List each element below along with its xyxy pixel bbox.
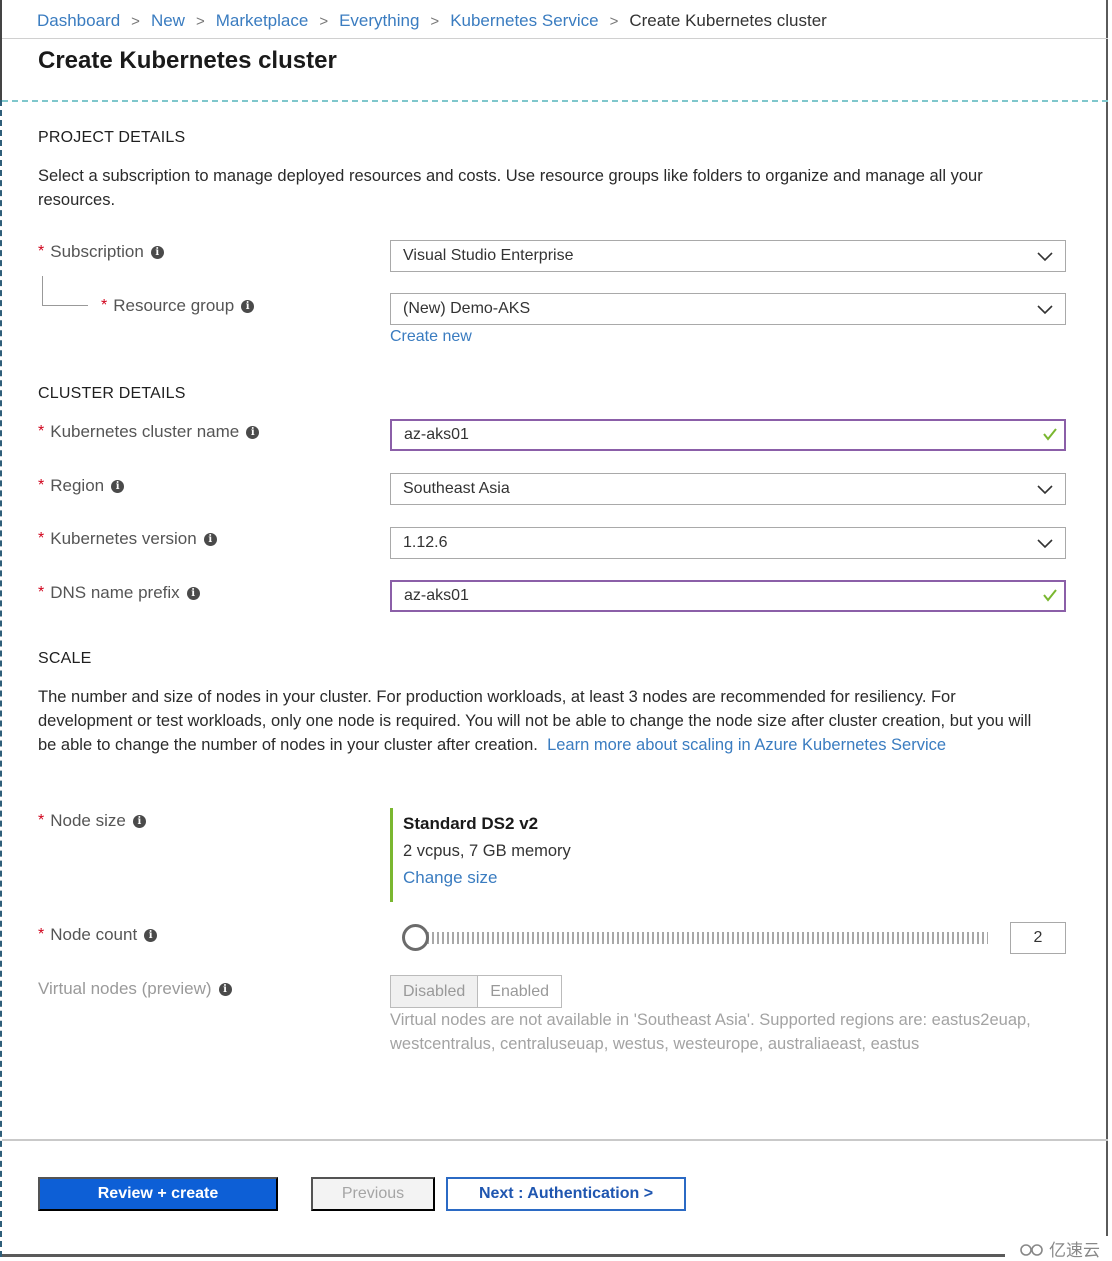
dns-prefix-value: az-aks01 [404, 587, 469, 604]
resource-group-label: * Resource group i [101, 296, 255, 316]
region-dropdown[interactable]: Southeast Asia [390, 473, 1066, 505]
kubernetes-version-label: * Kubernetes version i [38, 529, 217, 549]
cluster-name-input[interactable]: az-aks01 [390, 419, 1066, 451]
info-icon[interactable]: i [218, 982, 232, 996]
subscription-label-text: Subscription [50, 242, 144, 261]
virtual-nodes-note: Virtual nodes are not available in 'Sout… [390, 1011, 1031, 1053]
info-icon[interactable]: i [132, 814, 146, 828]
scale-description: The number and size of nodes in your clu… [38, 685, 1048, 757]
virtual-nodes-enabled-option[interactable]: Enabled [478, 976, 561, 1007]
checkmark-icon [1043, 589, 1057, 602]
tree-connector [42, 276, 88, 306]
required-asterisk: * [38, 477, 45, 494]
chevron-down-icon [1037, 252, 1053, 262]
resource-group-dropdown[interactable]: (New) Demo-AKS [390, 293, 1066, 325]
virtual-nodes-label: Virtual nodes (preview) i [38, 979, 232, 999]
dns-prefix-input[interactable]: az-aks01 [390, 580, 1066, 612]
subscription-dropdown[interactable]: Visual Studio Enterprise [390, 240, 1066, 272]
region-label-text: Region [50, 476, 105, 495]
info-icon[interactable]: i [144, 928, 158, 942]
info-icon[interactable]: i [111, 479, 125, 493]
watermark-text: 亿速云 [1049, 1241, 1100, 1260]
divider [2, 38, 1108, 39]
kubernetes-version-label-text: Kubernetes version [50, 529, 197, 548]
required-asterisk: * [38, 584, 45, 601]
section-title-scale: SCALE [38, 650, 92, 667]
required-asterisk: * [38, 423, 45, 440]
chevron-right-icon: > [319, 12, 329, 30]
breadcrumb: Dashboard > New > Marketplace > Everything >… [37, 9, 827, 33]
node-size-label: * Node size i [38, 811, 146, 831]
previous-button[interactable]: Previous [311, 1177, 435, 1211]
node-size-label-text: Node size [50, 811, 126, 830]
info-icon[interactable]: i [203, 532, 217, 546]
breadcrumb-marketplace[interactable]: Marketplace [216, 11, 309, 31]
virtual-nodes-label-text: Virtual nodes (preview) [38, 979, 212, 998]
breadcrumb-dashboard[interactable]: Dashboard [37, 11, 120, 31]
review-create-button[interactable]: Review + create [38, 1177, 278, 1211]
region-label: * Region i [38, 476, 125, 496]
resource-group-label-text: Resource group [113, 296, 235, 315]
node-count-label-text: Node count [50, 925, 138, 944]
info-icon[interactable]: i [150, 245, 164, 259]
divider [2, 100, 1108, 102]
subscription-label: * Subscription i [38, 242, 164, 262]
chevron-down-icon [1037, 305, 1053, 315]
cluster-name-value: az-aks01 [404, 426, 469, 443]
info-icon[interactable]: i [241, 299, 255, 313]
required-asterisk: * [38, 812, 45, 829]
virtual-nodes-disabled-option[interactable]: Disabled [391, 976, 479, 1007]
kubernetes-version-dropdown[interactable]: 1.12.6 [390, 527, 1066, 559]
virtual-nodes-toggle: Disabled Enabled [390, 975, 562, 1008]
chevron-right-icon: > [609, 12, 619, 30]
required-asterisk: * [38, 926, 45, 943]
required-asterisk: * [38, 530, 45, 547]
chevron-down-icon [1037, 485, 1053, 495]
info-icon[interactable]: i [186, 586, 200, 600]
learn-more-scaling-link[interactable]: Learn more about scaling in Azure Kubern… [547, 736, 946, 754]
cloud-logo-icon [1020, 1243, 1043, 1256]
cluster-name-label-text: Kubernetes cluster name [50, 422, 240, 441]
next-authentication-button[interactable]: Next : Authentication > [446, 1177, 686, 1211]
change-size-link[interactable]: Change size [403, 868, 571, 888]
breadcrumb-everything[interactable]: Everything [339, 11, 419, 31]
watermark: 亿速云 [1005, 1236, 1112, 1261]
region-value: Southeast Asia [403, 480, 510, 497]
window-edge-dashed [0, 100, 2, 1257]
divider [2, 1139, 1108, 1141]
slider-track[interactable] [422, 932, 988, 944]
project-details-description: Select a subscription to manage deployed… [38, 167, 983, 209]
subscription-value: Visual Studio Enterprise [403, 247, 574, 264]
kubernetes-version-value: 1.12.6 [403, 534, 448, 551]
dns-prefix-label: * DNS name prefix i [38, 583, 200, 603]
breadcrumb-kubernetes-service[interactable]: Kubernetes Service [450, 11, 598, 31]
breadcrumb-current: Create Kubernetes cluster [629, 11, 827, 30]
required-asterisk: * [38, 243, 45, 260]
node-count-slider[interactable] [402, 923, 990, 951]
chevron-right-icon: > [430, 12, 440, 30]
chevron-right-icon: > [195, 12, 205, 30]
chevron-right-icon: > [131, 12, 140, 30]
node-size-spec: 2 vcpus, 7 GB memory [403, 842, 571, 860]
page-title: Create Kubernetes cluster [38, 47, 337, 74]
cluster-name-label: * Kubernetes cluster name i [38, 422, 260, 442]
section-title-project-details: PROJECT DETAILS [38, 129, 186, 146]
chevron-down-icon [1037, 539, 1053, 549]
node-size-summary: Standard DS2 v2 2 vcpus, 7 GB memory Cha… [390, 808, 571, 902]
dns-prefix-label-text: DNS name prefix [50, 583, 180, 602]
create-new-resource-group-link[interactable]: Create new [390, 328, 472, 346]
node-count-label: * Node count i [38, 925, 158, 945]
node-size-name: Standard DS2 v2 [403, 814, 539, 833]
window-edge [0, 0, 2, 100]
section-title-cluster-details: CLUSTER DETAILS [38, 385, 186, 402]
breadcrumb-new[interactable]: New [151, 11, 185, 31]
resource-group-value: (New) Demo-AKS [403, 300, 531, 317]
node-count-input[interactable]: 2 [1010, 922, 1066, 954]
checkmark-icon [1043, 428, 1057, 441]
slider-thumb[interactable] [402, 924, 429, 951]
required-asterisk: * [101, 297, 108, 314]
info-icon[interactable]: i [246, 425, 260, 439]
